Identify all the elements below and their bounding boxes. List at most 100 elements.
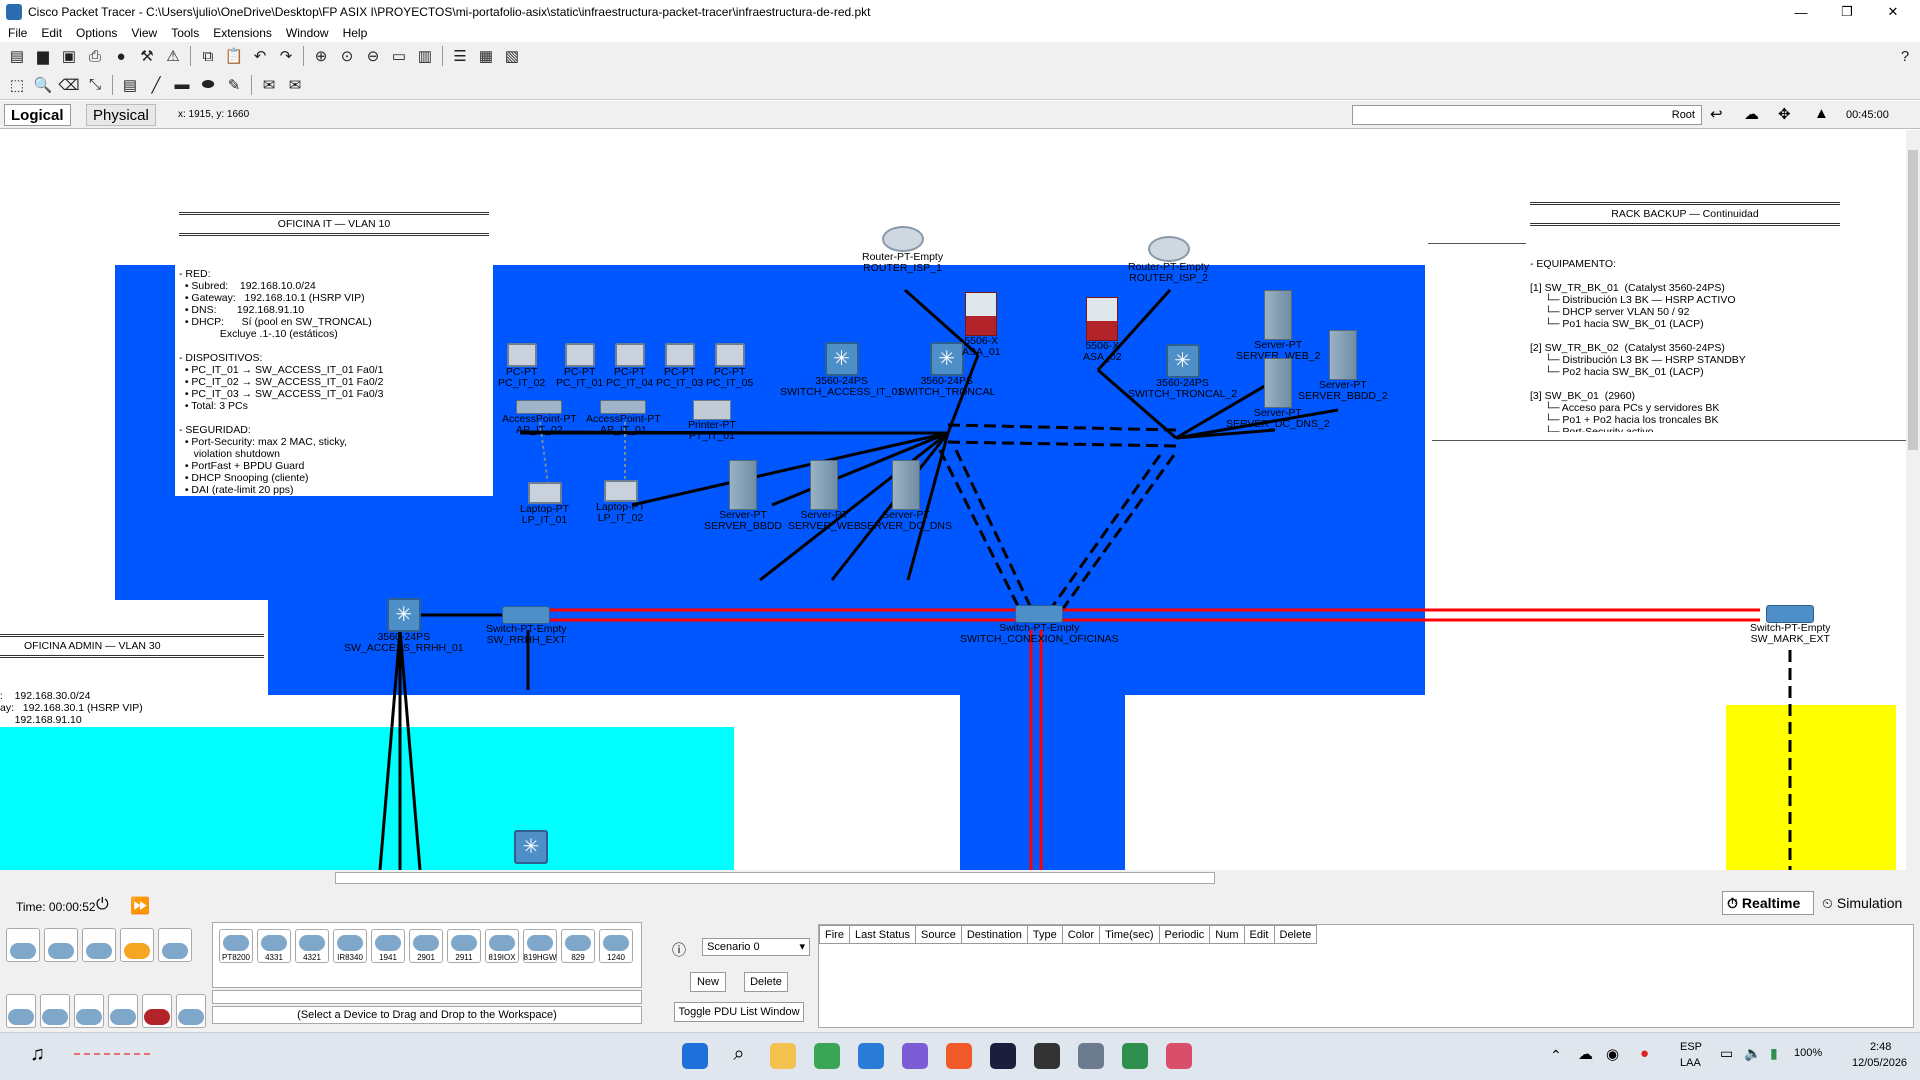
realtime-button[interactable]: ⏱ Realtime — [1722, 891, 1814, 915]
model-list-scrollbar[interactable] — [212, 990, 642, 1004]
printer-it-01[interactable]: Printer-PT PT_IT_01 — [688, 400, 736, 442]
help-icon[interactable]: ? — [1894, 45, 1916, 67]
tab-logical[interactable]: Logical — [4, 104, 71, 126]
delete-icon[interactable]: ⌫ — [58, 74, 80, 96]
model-829[interactable]: 829 — [561, 929, 595, 963]
model-1941[interactable]: 1941 — [371, 929, 405, 963]
server-dc-dns[interactable]: Server-PT SERVER_DC_DNS — [860, 460, 952, 532]
file-explorer-icon[interactable] — [770, 1043, 796, 1069]
activity-wizard-icon[interactable]: ⚠ — [162, 45, 184, 67]
root-path-box[interactable]: Root — [1352, 105, 1702, 125]
minimize-icon[interactable]: — — [1778, 0, 1824, 24]
freeform-icon[interactable]: ✎ — [223, 74, 245, 96]
server-dc-dns-2[interactable]: Server-PT SERVER_DC_DNS_2 — [1226, 358, 1330, 430]
new-file-icon[interactable]: ▤ — [6, 45, 28, 67]
switch-conexion-oficinas[interactable]: Switch-PT-Empty SWITCH_CONEXION_OFICINAS — [960, 605, 1119, 645]
pc-it-05[interactable]: PC-PT PC_IT_05 — [706, 343, 753, 389]
note-rack-backup[interactable]: RACK BACKUP — Continuidad - EQUIPAMENTO:… — [1526, 168, 1844, 432]
horizontal-scrollbar[interactable] — [0, 870, 1920, 886]
pc-it-02[interactable]: PC-PT PC_IT_02 — [498, 343, 545, 389]
model-819iox[interactable]: 819IOX — [485, 929, 519, 963]
battery-icon[interactable]: ▮ — [1770, 1045, 1778, 1062]
language-laa[interactable]: LAA — [1680, 1057, 1701, 1069]
network-wizard-icon[interactable]: ⚒ — [136, 45, 158, 67]
sw-rrhh-ext[interactable]: Switch-PT-Empty SW_RRHH_EXT — [486, 606, 567, 646]
server-bbdd[interactable]: Server-PT SERVER_BBDD — [704, 460, 782, 532]
zoom-in-icon[interactable]: ⊕ — [310, 45, 332, 67]
server-web[interactable]: Server-PT SERVER_WEB — [788, 460, 861, 532]
end-devices-icon[interactable] — [44, 928, 78, 962]
wireless-icon[interactable] — [108, 994, 138, 1028]
close-icon[interactable]: ✕ — [1870, 0, 1916, 24]
asa-01[interactable]: 5506-X ASA_01 — [962, 292, 1001, 358]
print-icon[interactable]: ⎙ — [84, 45, 106, 67]
note-icon[interactable]: ▤ — [119, 74, 141, 96]
info-icon[interactable]: ● — [110, 45, 132, 67]
music-icon[interactable]: ♫ — [30, 1043, 45, 1066]
model-4331[interactable]: 4331 — [257, 929, 291, 963]
logical-workspace[interactable]: OFICINA IT — VLAN 10 - RED: • Subred: 19… — [0, 130, 1906, 870]
custom-devices-icon[interactable]: ▥ — [414, 45, 436, 67]
menu-help[interactable]: Help — [343, 26, 368, 40]
windows-start-icon[interactable] — [682, 1043, 708, 1069]
network-devices-icon[interactable] — [6, 928, 40, 962]
router-isp-2[interactable]: Router-PT-Empty ROUTER_ISP_2 — [1128, 236, 1209, 284]
connections-icon[interactable] — [120, 928, 154, 962]
model-2911[interactable]: 2911 — [447, 929, 481, 963]
security-icon[interactable] — [142, 994, 172, 1028]
cloud-icon[interactable]: ☁ — [1578, 1045, 1593, 1063]
undo-icon[interactable]: ↶ — [249, 45, 271, 67]
line-icon[interactable]: ╱ — [145, 74, 167, 96]
laptop-it-01[interactable]: Laptop-PT LP_IT_01 — [520, 482, 569, 526]
model-819hgw[interactable]: 819HGW — [523, 929, 557, 963]
simulation-button[interactable]: ⏲ Simulation — [1818, 891, 1918, 915]
menu-file[interactable]: File — [8, 26, 27, 40]
cluster-icon[interactable]: ▦ — [475, 45, 497, 67]
hubs-icon[interactable] — [74, 994, 104, 1028]
access-point-it-02[interactable]: AccessPoint-PT AP_IT_02 — [502, 400, 577, 436]
vertical-scroll-thumb[interactable] — [1908, 150, 1918, 450]
back-icon[interactable]: ↩ — [1710, 105, 1723, 123]
terminal-icon[interactable] — [1034, 1043, 1060, 1069]
toggle-pdu-list-button[interactable]: Toggle PDU List Window — [674, 1002, 804, 1022]
delete-scenario-button[interactable]: Delete — [744, 972, 788, 992]
packet-tracer-taskbar-icon[interactable] — [1122, 1043, 1148, 1069]
outlook-icon[interactable] — [858, 1043, 884, 1069]
horizontal-scroll-thumb[interactable] — [335, 872, 1215, 884]
save-icon[interactable]: ▣ — [58, 45, 80, 67]
maximize-icon[interactable]: ❐ — [1824, 0, 1870, 24]
sw-mark-ext[interactable]: Switch-PT-Empty SW_MARK_EXT — [1750, 605, 1831, 645]
language-esp[interactable]: ESP — [1680, 1041, 1702, 1053]
ellipse-icon[interactable]: ⬬ — [197, 74, 219, 96]
app-icon[interactable] — [990, 1043, 1016, 1069]
zoom-reset-icon[interactable]: ⊙ — [336, 45, 358, 67]
menu-window[interactable]: Window — [286, 26, 329, 40]
complex-pdu-icon[interactable]: ✉ — [284, 74, 306, 96]
laptop-it-02[interactable]: Laptop-PT LP_IT_02 — [596, 480, 645, 524]
fast-forward-icon[interactable]: ⏩ — [130, 896, 150, 916]
pc-it-03[interactable]: PC-PT PC_IT_03 — [656, 343, 703, 389]
redo-icon[interactable]: ↷ — [275, 45, 297, 67]
model-pt8200[interactable]: PT8200 — [219, 929, 253, 963]
note-oficina-admin[interactable]: OFICINA ADMIN — VLAN 30 : 192.168.30.0/2… — [0, 600, 268, 725]
cloud-icon[interactable]: ☁ — [1744, 105, 1759, 123]
simple-pdu-icon[interactable]: ✉ — [258, 74, 280, 96]
pc-it-01[interactable]: PC-PT PC_IT_01 — [556, 343, 603, 389]
model-1240[interactable]: 1240 — [599, 929, 633, 963]
new-scenario-button[interactable]: New — [690, 972, 726, 992]
brave-icon[interactable] — [946, 1043, 972, 1069]
menu-options[interactable]: Options — [76, 26, 117, 40]
components-icon[interactable] — [82, 928, 116, 962]
open-folder-icon[interactable]: ▆ — [32, 45, 54, 67]
access-point-it-01[interactable]: AccessPoint-PT AP_IT_01 — [586, 400, 661, 436]
network-icon[interactable]: ▭ — [1720, 1045, 1733, 1062]
routers-icon[interactable] — [6, 994, 36, 1028]
steam-icon[interactable]: ◉ — [1606, 1045, 1619, 1063]
volume-icon[interactable]: 🔈 — [1744, 1045, 1761, 1062]
misc-icon[interactable] — [158, 928, 192, 962]
settings-icon[interactable] — [1078, 1043, 1104, 1069]
wan-emulation-icon[interactable] — [176, 994, 206, 1028]
pc-it-04[interactable]: PC-PT PC_IT_04 — [606, 343, 653, 389]
vertical-scrollbar[interactable] — [1906, 130, 1920, 870]
select-icon[interactable]: ⬚ — [6, 74, 28, 96]
